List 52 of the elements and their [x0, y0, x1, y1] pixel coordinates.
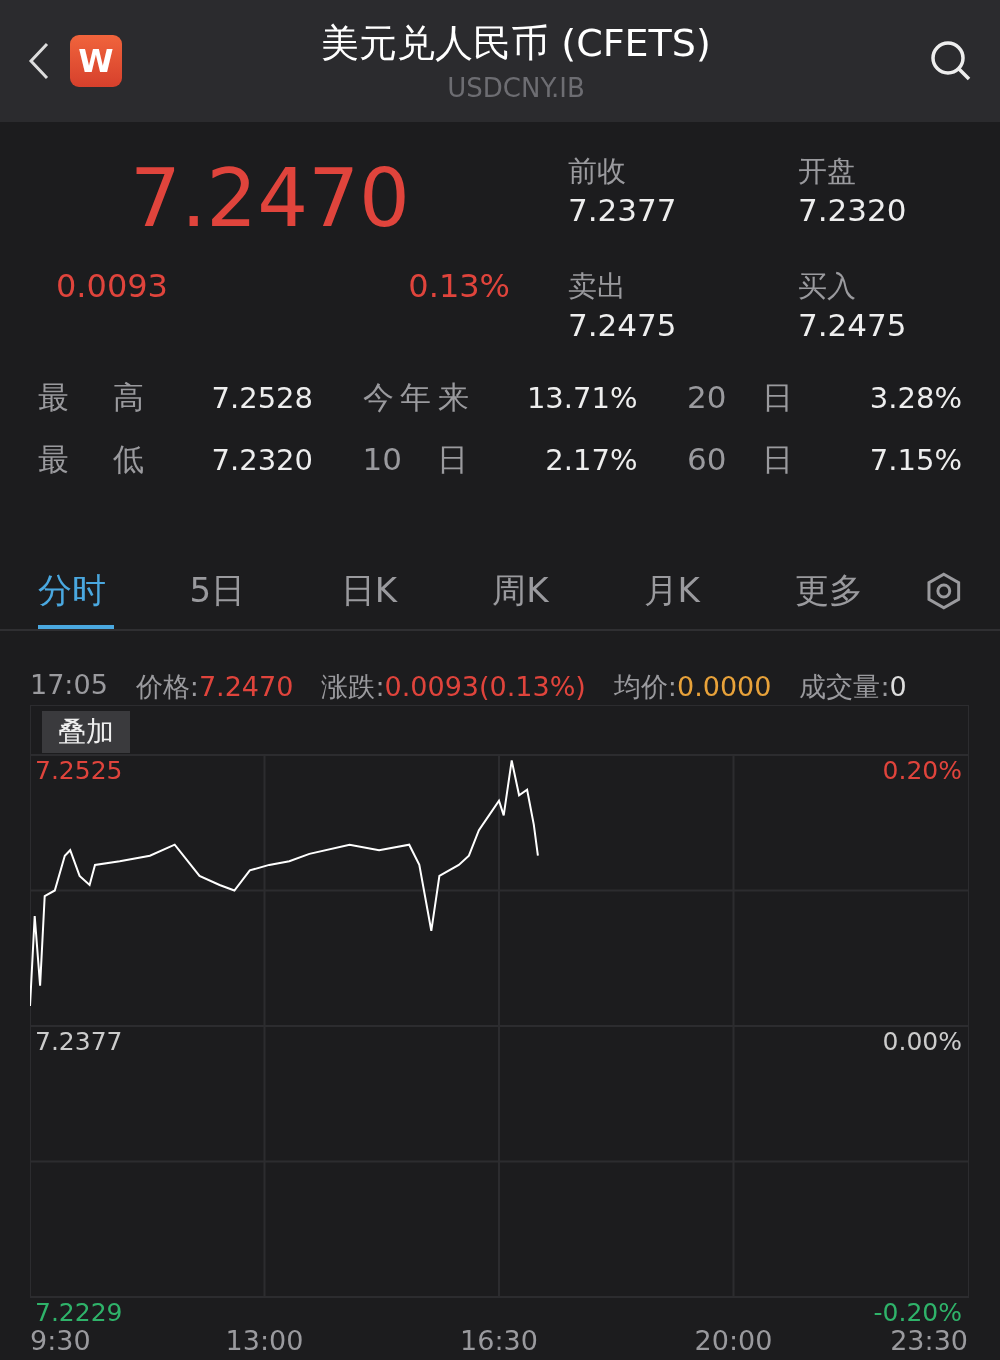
- info-item: 价格:7.2470: [135, 670, 294, 704]
- stat-label: 60 日: [687, 440, 793, 479]
- chart-tab[interactable]: 5日: [189, 553, 341, 629]
- stat-label: 最 低: [38, 440, 144, 479]
- stat-value: 13.71%: [526, 381, 638, 415]
- time-label: 17:05: [30, 669, 108, 702]
- field-value: 7.2377: [568, 191, 678, 228]
- stat-value: 7.2320: [211, 443, 313, 477]
- chart-tab[interactable]: 更多: [794, 553, 947, 629]
- stat-label: 20 日: [687, 378, 793, 417]
- search-icon[interactable]: [930, 39, 972, 82]
- overlay-button[interactable]: 叠加: [42, 711, 130, 753]
- stat-value: 7.15%: [869, 443, 962, 477]
- percent-axis-label: 0.20%: [882, 755, 962, 785]
- settings-icon[interactable]: [926, 572, 962, 610]
- x-axis-label: 13:00: [225, 1325, 304, 1356]
- field-value: 7.2475: [798, 307, 908, 344]
- info-item: 成交量:0: [799, 670, 907, 704]
- x-axis-label: 20:00: [694, 1325, 773, 1356]
- chart-tab[interactable]: 周K: [492, 553, 644, 629]
- stat-label: 最 高: [38, 378, 144, 417]
- x-axis-label: 9:30: [30, 1325, 91, 1356]
- field-value: 7.2475: [568, 307, 678, 344]
- stat-value: 3.28%: [869, 381, 962, 415]
- app-logo: W: [70, 34, 122, 87]
- current-price: 7.2470: [130, 151, 410, 245]
- info-item: 均价:0.0000: [613, 670, 772, 704]
- stat-label: 10 日: [362, 440, 469, 479]
- y-axis-label: 7.2377: [35, 1026, 123, 1056]
- field-label: 前收: [568, 152, 627, 190]
- chart-tab[interactable]: 月K: [643, 553, 795, 629]
- y-axis-label: 7.2525: [35, 755, 123, 785]
- chart-tab[interactable]: 日K: [340, 553, 493, 629]
- field-label: 开盘: [798, 152, 857, 190]
- field-label: 卖出: [568, 268, 627, 306]
- x-axis-label: 23:30: [890, 1325, 968, 1356]
- symbol-code: USDCNY.IB: [447, 73, 585, 104]
- back-icon[interactable]: [28, 40, 50, 81]
- change-percent: 0.13%: [408, 266, 510, 305]
- chart-tab[interactable]: 分时: [38, 553, 190, 629]
- percent-axis-label: -0.20%: [873, 1297, 962, 1327]
- page-title: 美元兑人民币 (CFETS): [321, 20, 711, 68]
- stat-value: 2.17%: [545, 443, 638, 477]
- field-value: 7.2320: [798, 191, 908, 228]
- y-axis-label: 7.2229: [35, 1297, 123, 1327]
- info-item: 涨跌:0.0093(0.13%): [321, 670, 586, 704]
- stat-label: 今年来: [362, 378, 469, 417]
- stat-value: 7.2528: [211, 381, 313, 415]
- x-axis-label: 16:30: [460, 1325, 538, 1356]
- percent-axis-label: 0.00%: [882, 1026, 962, 1056]
- price-change: 0.0093: [56, 266, 168, 305]
- field-label: 买入: [798, 268, 857, 306]
